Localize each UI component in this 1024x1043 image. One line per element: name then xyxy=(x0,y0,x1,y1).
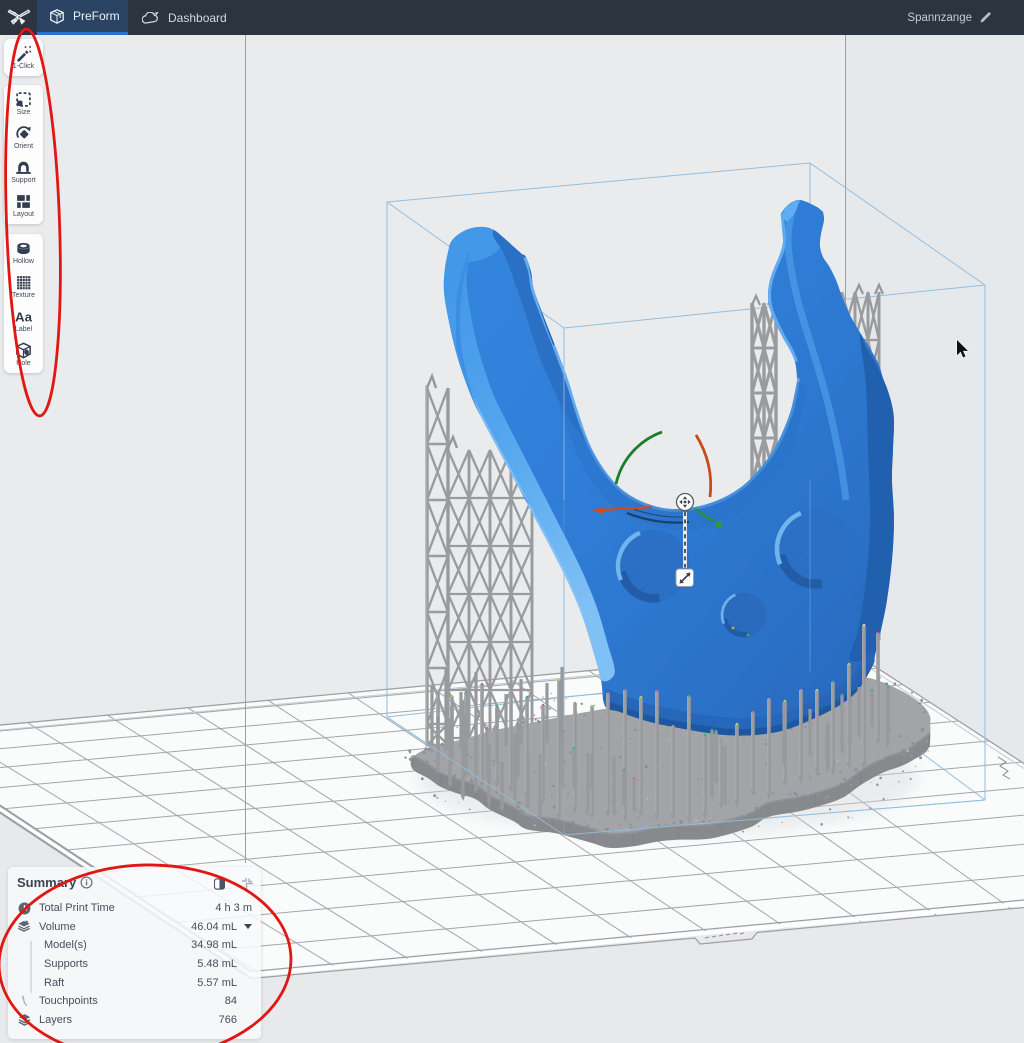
svg-text:Aa: Aa xyxy=(15,309,32,324)
